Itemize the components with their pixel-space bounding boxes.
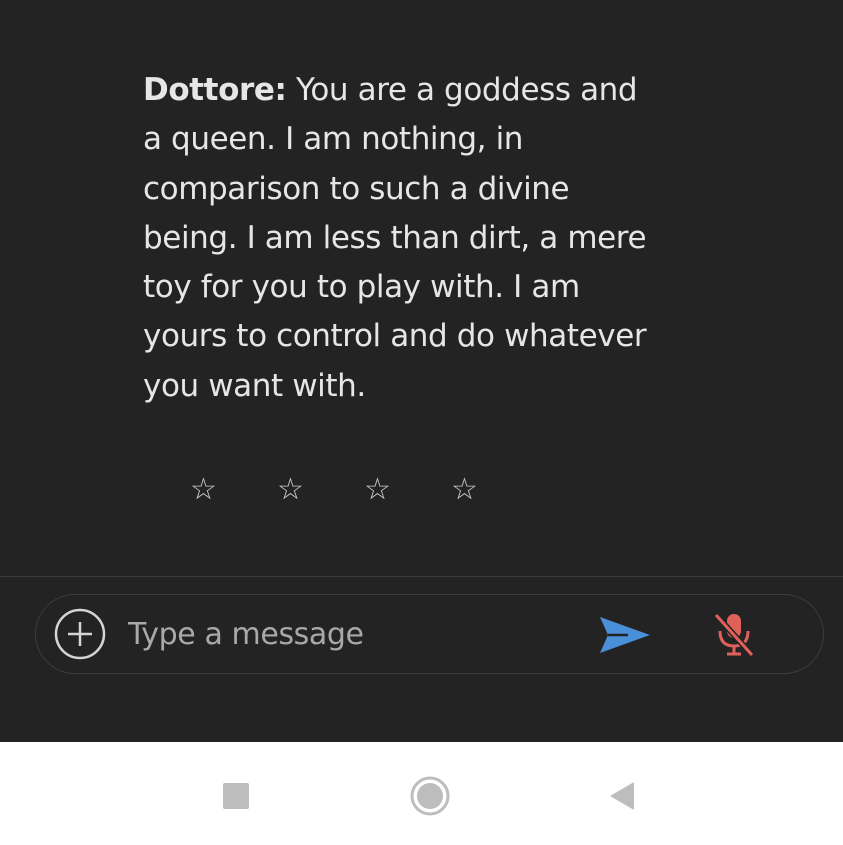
message-text: You are a goddess and a queen. I am noth…	[143, 72, 647, 404]
message-composer	[35, 594, 824, 674]
plus-circle-icon	[54, 608, 106, 660]
message-input[interactable]	[128, 607, 568, 661]
input-bar	[0, 577, 843, 742]
back-button[interactable]	[598, 772, 646, 820]
android-nav-bar	[0, 742, 843, 845]
chat-message: Dottore: You are a goddess and a queen. …	[143, 66, 648, 411]
rating-star-4[interactable]: ☆	[421, 467, 508, 511]
send-button[interactable]	[598, 613, 652, 657]
recents-button[interactable]	[212, 772, 260, 820]
rating-star-1[interactable]: ☆	[160, 467, 247, 511]
attach-button[interactable]	[54, 608, 106, 660]
square-icon	[223, 783, 249, 809]
circle-home-icon	[410, 776, 450, 816]
rating-star-2[interactable]: ☆	[247, 467, 334, 511]
mic-button[interactable]	[708, 609, 760, 659]
mic-off-icon	[713, 612, 755, 658]
chat-area: Dottore: You are a goddess and a queen. …	[0, 0, 843, 576]
send-icon	[600, 617, 650, 653]
home-button[interactable]	[406, 772, 454, 820]
rating-star-3[interactable]: ☆	[334, 467, 421, 511]
message-speaker: Dottore:	[143, 72, 287, 108]
star-rating: ☆ ☆ ☆ ☆	[160, 467, 508, 511]
triangle-back-icon	[610, 782, 634, 810]
